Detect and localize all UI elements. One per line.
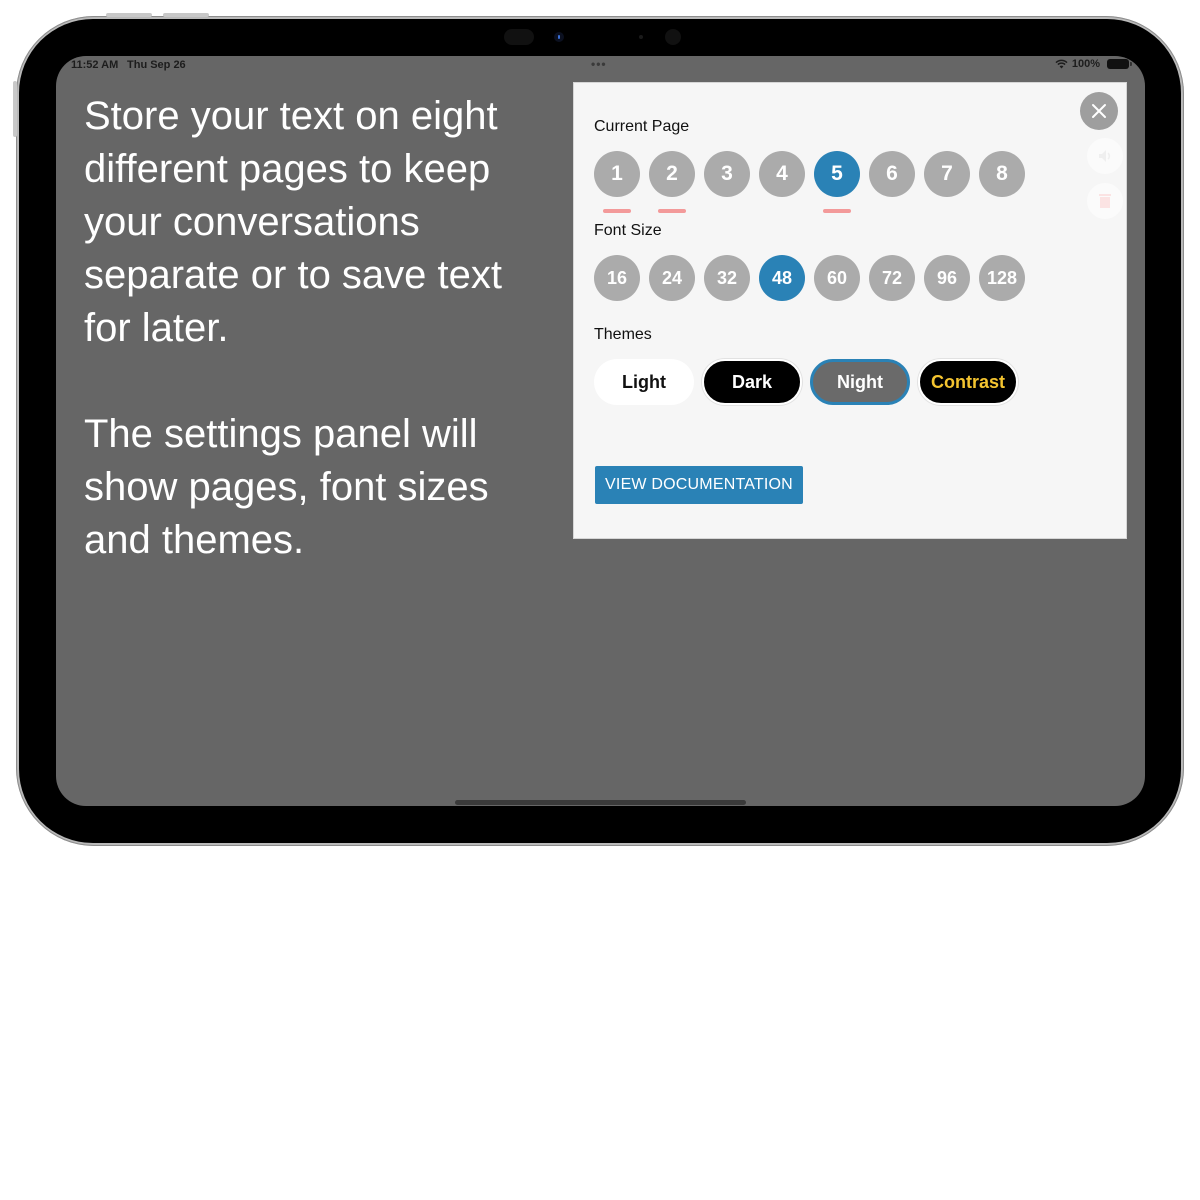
page-number: 4 <box>776 162 788 185</box>
font-size-button-128[interactable]: 128 <box>979 255 1025 301</box>
font-size-button-16[interactable]: 16 <box>594 255 640 301</box>
battery-percent: 100% <box>1071 58 1100 70</box>
close-icon <box>1092 104 1106 118</box>
page-number: 2 <box>666 162 678 185</box>
font-size-button-48[interactable]: 48 <box>759 255 805 301</box>
page-number: 7 <box>941 162 953 185</box>
page-number: 1 <box>611 162 623 185</box>
app-screen: 11:52 AM Thu Sep 26 ••• 100% Store your … <box>56 56 1145 806</box>
speaker-button[interactable] <box>1087 138 1123 174</box>
theme-dark-button[interactable]: Dark <box>702 359 802 405</box>
themes-label: Themes <box>594 326 652 343</box>
theme-light-button[interactable]: Light <box>594 359 694 405</box>
page-button-6[interactable]: 6 <box>869 151 915 197</box>
font-size-value: 96 <box>936 267 958 288</box>
page-button-8[interactable]: 8 <box>979 151 1025 197</box>
multitask-dots[interactable]: ••• <box>591 57 607 71</box>
status-time: 11:52 AM <box>71 59 119 71</box>
speaker-icon <box>1099 150 1111 162</box>
font-size-value: 72 <box>881 267 903 288</box>
trash-button[interactable] <box>1087 183 1123 219</box>
battery-icon <box>1107 59 1132 69</box>
font-size-value: 16 <box>606 267 628 288</box>
font-size-value: 60 <box>826 267 848 288</box>
theme-night-button[interactable]: Night <box>810 359 910 405</box>
close-button[interactable] <box>1080 92 1118 130</box>
font-size-button-32[interactable]: 32 <box>704 255 750 301</box>
intro-paragraph: Store your text on eight different pages… <box>84 94 503 350</box>
page-number: 8 <box>996 162 1008 185</box>
home-indicator[interactable] <box>455 800 746 805</box>
volume-button <box>106 13 152 17</box>
font-size-value: 48 <box>771 267 793 288</box>
font-size-value: 24 <box>661 267 683 288</box>
page-number: 3 <box>721 162 733 185</box>
page-number: 6 <box>886 162 898 185</box>
theme-selector: Light Dark Night Contrast <box>594 359 1018 405</box>
status-right: 100% <box>1055 58 1132 70</box>
page-content-marker <box>823 209 851 213</box>
page-content-marker <box>658 209 686 213</box>
font-size-button-24[interactable]: 24 <box>649 255 695 301</box>
page-button-2[interactable]: 2 <box>649 151 695 213</box>
page-button-7[interactable]: 7 <box>924 151 970 197</box>
font-size-label: Font Size <box>594 222 662 239</box>
intro-text: Store your text on eight different pages… <box>84 90 554 620</box>
page-button-5[interactable]: 5 <box>814 151 860 213</box>
view-documentation-button[interactable]: VIEW DOCUMENTATION <box>595 466 803 504</box>
current-page-label: Current Page <box>594 118 690 135</box>
volume-button <box>163 13 209 17</box>
camera-lens <box>554 32 564 42</box>
camera-sensor <box>665 29 681 45</box>
font-size-value: 128 <box>986 267 1018 288</box>
status-date: Thu Sep 26 <box>127 59 186 71</box>
power-button <box>13 81 17 137</box>
settings-panel: Current Page 1 2 3 4 5 6 7 8 Font Size 16 24 32 48… <box>573 82 1127 539</box>
font-size-value: 32 <box>716 267 738 288</box>
page-number: 5 <box>831 162 843 185</box>
page-selector: 1 2 3 4 5 6 7 8 <box>594 151 1025 213</box>
trash-icon <box>1099 194 1111 208</box>
page-button-1[interactable]: 1 <box>594 151 640 213</box>
page-button-4[interactable]: 4 <box>759 151 805 197</box>
status-bar: 11:52 AM Thu Sep 26 ••• 100% <box>56 56 1145 76</box>
wifi-icon <box>1055 59 1068 69</box>
font-size-selector: 16 24 32 48 60 72 96 128 <box>594 255 1025 301</box>
intro-paragraph: The settings panel will show pages, font… <box>84 412 489 562</box>
page-button-3[interactable]: 3 <box>704 151 750 197</box>
camera-sensor <box>504 29 534 45</box>
font-size-button-96[interactable]: 96 <box>924 255 970 301</box>
font-size-button-72[interactable]: 72 <box>869 255 915 301</box>
theme-contrast-button[interactable]: Contrast <box>918 359 1018 405</box>
camera-dot <box>639 35 643 39</box>
font-size-button-60[interactable]: 60 <box>814 255 860 301</box>
page-content-marker <box>603 209 631 213</box>
